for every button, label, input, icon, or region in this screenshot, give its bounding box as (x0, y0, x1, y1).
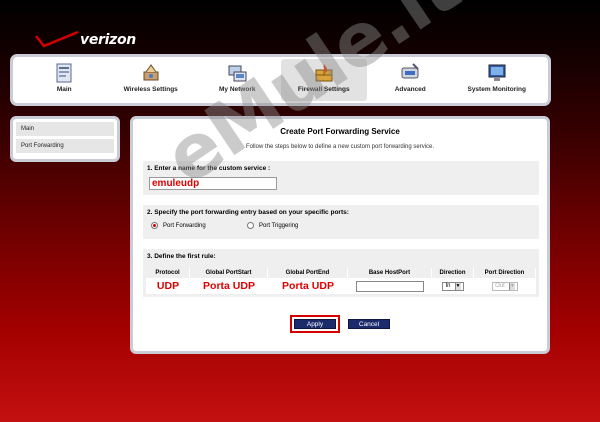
port-end-cell: Porta UDP (268, 278, 348, 294)
direction-cell: In ▼ (432, 278, 474, 294)
page-subtitle: Follow the steps below to define a new c… (245, 144, 435, 150)
rules-header: Protocol Global PortStart Global PortEnd… (146, 268, 536, 278)
base-host-port-input[interactable] (356, 280, 424, 292)
nav-label: Main (56, 86, 72, 93)
port-end-input[interactable]: Porta UDP (282, 280, 334, 292)
advanced-icon (401, 63, 419, 79)
base-host-port-cell (348, 278, 432, 294)
option-port-forwarding[interactable]: Port Forwarding (151, 222, 206, 229)
chevron-down-icon: ▼ (454, 282, 461, 290)
logo-text: verizon (80, 32, 136, 48)
option-label: Port Forwarding (163, 222, 206, 229)
radio-port-forwarding[interactable] (151, 222, 158, 229)
verizon-logo: verizon (34, 30, 144, 52)
nav-system-monitoring[interactable]: System Monitoring (454, 59, 541, 101)
column-header: Global PortStart (190, 268, 268, 278)
wireless-icon (143, 64, 159, 81)
option-port-triggering[interactable]: Port Triggering (247, 222, 298, 229)
sidebar: Main Port Forwarding (10, 116, 120, 162)
port-direction-value: Out (495, 283, 505, 289)
direction-select[interactable]: In ▼ (442, 281, 464, 291)
apply-highlight: Apply (290, 315, 340, 333)
step3-heading: 3. Define the first rule: (147, 253, 216, 260)
step3-section: 3. Define the first rule: Protocol Globa… (143, 249, 539, 297)
step1-section: 1. Enter a name for the custom service :… (143, 161, 539, 195)
nav-wireless-settings[interactable]: Wireless Settings (108, 59, 195, 101)
nav-my-network[interactable]: My Network (194, 59, 281, 101)
logo-check-icon (35, 30, 79, 48)
direction-value: In (445, 283, 451, 289)
main-panel: Create Port Forwarding Service Follow th… (130, 116, 550, 354)
step2-heading: 2. Specify the port forwarding entry bas… (147, 209, 349, 216)
monitor-icon (488, 64, 506, 81)
nav-label: Wireless Settings (123, 86, 178, 93)
firewall-icon (315, 64, 333, 82)
main-icon (56, 63, 72, 83)
step1-heading: 1. Enter a name for the custom service : (147, 165, 271, 172)
column-header: Base HostPort (348, 268, 432, 278)
nav-label: My Network (219, 86, 256, 93)
radio-port-triggering[interactable] (247, 222, 254, 229)
protocol-cell: UDP (146, 278, 190, 294)
column-header: Port Direction (474, 268, 536, 278)
page-title: Create Port Forwarding Service (280, 127, 400, 136)
nav-main[interactable]: Main (21, 59, 108, 101)
sidebar-item-port-forwarding[interactable]: Port Forwarding (16, 139, 114, 153)
nav-advanced[interactable]: Advanced (367, 59, 454, 101)
port-direction-cell: Out ▼ (474, 278, 536, 294)
option-label: Port Triggering (259, 222, 299, 229)
protocol-select[interactable]: UDP (157, 280, 179, 292)
cancel-button[interactable]: Cancel (348, 319, 390, 329)
apply-button[interactable]: Apply (294, 319, 336, 329)
chevron-down-icon: ▼ (508, 282, 515, 290)
network-icon (228, 65, 247, 82)
port-direction-select: Out ▼ (492, 281, 518, 291)
top-navigation: Main Wireless Settings My Network Firewa… (10, 54, 551, 106)
column-header: Protocol (146, 268, 190, 278)
step2-section: 2. Specify the port forwarding entry bas… (143, 205, 539, 239)
column-header: Global PortEnd (268, 268, 348, 278)
port-start-input[interactable]: Porta UDP (203, 280, 255, 292)
table-row: UDP Porta UDP Porta UDP In ▼ Out ▼ (146, 278, 536, 294)
nav-label: Firewall Settings (297, 86, 350, 93)
column-header: Direction (432, 268, 474, 278)
nav-label: Advanced (394, 86, 426, 93)
nav-label: System Monitoring (467, 86, 526, 93)
nav-firewall-settings[interactable]: Firewall Settings (280, 59, 367, 101)
service-name-input[interactable]: emuleudp (149, 177, 277, 190)
port-start-cell: Porta UDP (190, 278, 268, 294)
action-buttons: Apply Cancel (133, 315, 547, 333)
sidebar-item-main[interactable]: Main (16, 122, 114, 136)
